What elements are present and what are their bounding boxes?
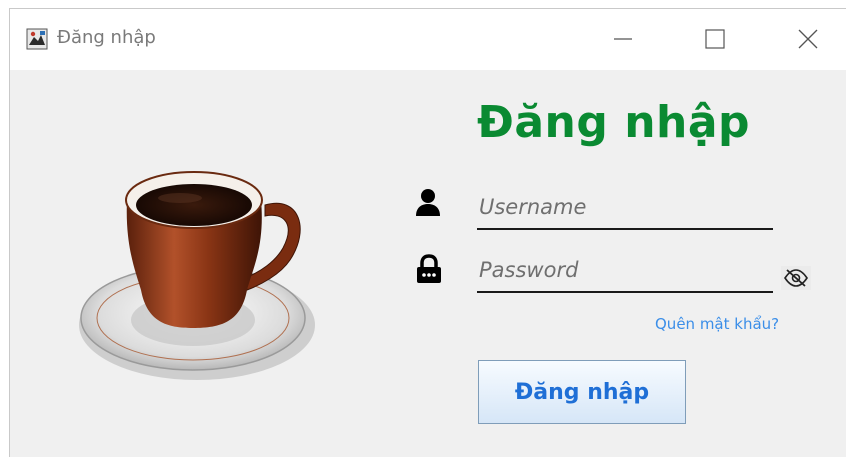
close-button[interactable] xyxy=(785,23,831,55)
minimize-button[interactable] xyxy=(600,23,646,55)
username-field[interactable] xyxy=(477,188,773,230)
login-window: Đăng nhập Đăng nhập Username Quên mật kh… xyxy=(9,8,846,457)
eye-slash-icon xyxy=(784,269,808,287)
user-icon xyxy=(416,189,440,216)
window-title: Đăng nhập xyxy=(57,27,156,48)
password-field[interactable] xyxy=(477,251,773,293)
close-icon xyxy=(798,29,818,49)
login-content: Đăng nhập Quên mật khẩu? Đăng nhập xyxy=(10,70,846,457)
forgot-password-link[interactable]: Quên mật khẩu? xyxy=(655,315,779,333)
toggle-password-button[interactable] xyxy=(781,266,811,290)
login-button[interactable]: Đăng nhập xyxy=(478,360,686,424)
minimize-icon xyxy=(614,38,632,40)
app-icon xyxy=(26,28,48,50)
title-bar[interactable]: Đăng nhập xyxy=(10,9,846,70)
lock-icon xyxy=(417,254,441,283)
maximize-icon xyxy=(705,29,725,49)
maximize-button[interactable] xyxy=(692,23,738,55)
login-heading: Đăng nhập xyxy=(477,97,751,148)
password-input[interactable] xyxy=(477,251,769,289)
coffee-cup-image xyxy=(79,171,315,380)
username-input[interactable] xyxy=(477,188,769,226)
